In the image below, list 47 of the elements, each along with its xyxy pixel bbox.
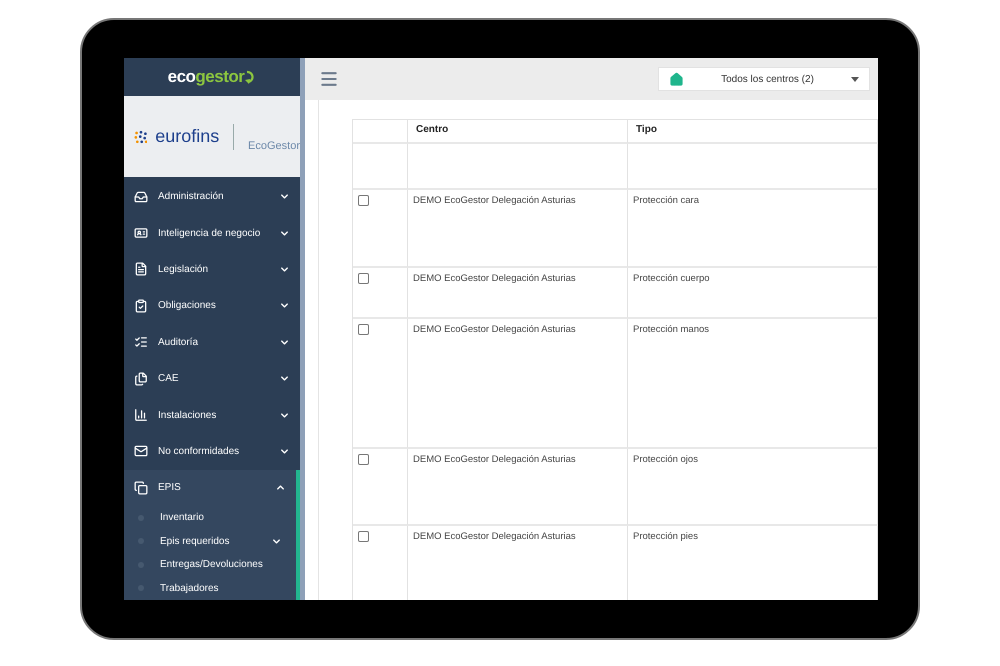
menu-item[interactable]: EPIS bbox=[124, 470, 300, 506]
table-cell: Protección cuerpo bbox=[628, 268, 878, 319]
menu-item-icon bbox=[134, 190, 148, 204]
menu-item[interactable]: Administración bbox=[124, 178, 300, 215]
menu-item[interactable]: Instalaciones bbox=[124, 396, 300, 434]
submenu-item[interactable]: Inventario bbox=[124, 506, 296, 530]
menu-item[interactable]: CAE bbox=[124, 360, 300, 397]
scrollbar[interactable] bbox=[300, 58, 305, 600]
table-cell: Protección manos bbox=[628, 319, 878, 449]
row-checkbox[interactable] bbox=[358, 531, 369, 542]
column-header: Tipo bbox=[628, 120, 878, 144]
house-icon bbox=[669, 72, 684, 86]
menu-item[interactable]: Obligaciones bbox=[124, 288, 300, 324]
menu-item-icon bbox=[134, 408, 148, 422]
submenu-item[interactable]: Entregas/Devoluciones bbox=[124, 553, 296, 576]
menu-item-icon bbox=[134, 335, 148, 350]
menu-item[interactable]: Auditoría bbox=[124, 324, 300, 360]
row-checkbox[interactable] bbox=[358, 324, 369, 335]
menu-item-icon bbox=[134, 226, 148, 240]
table-cell: DEMO EcoGestor Delegación Asturias bbox=[408, 526, 628, 600]
menu-item-icon bbox=[134, 372, 148, 386]
menu-item[interactable]: No conformidades bbox=[124, 433, 300, 470]
table-cell: DEMO EcoGestor Delegación Asturias bbox=[408, 319, 628, 449]
table-cell: Protección cara bbox=[628, 190, 878, 268]
center-selector[interactable]: Todos los centros (2) bbox=[658, 67, 870, 91]
menu-item-icon bbox=[134, 262, 148, 276]
submenu-item[interactable]: Trabajadores bbox=[124, 576, 296, 600]
column-header: Centro bbox=[408, 120, 628, 144]
row-checkbox[interactable] bbox=[358, 454, 369, 465]
menu-item[interactable]: Legislación bbox=[124, 251, 300, 288]
product-name: EcoGestor bbox=[248, 140, 300, 152]
submenu-item[interactable]: Epis requeridos bbox=[124, 530, 296, 553]
menu-item[interactable]: Inteligencia de negocio bbox=[124, 214, 300, 252]
table-cell: DEMO EcoGestor Delegación Asturias bbox=[408, 449, 628, 526]
table-cell: Protección ojos bbox=[628, 449, 878, 526]
menu-item-icon bbox=[134, 480, 148, 495]
brand-name: eurofins bbox=[155, 126, 220, 148]
row-checkbox[interactable] bbox=[358, 273, 369, 284]
menu-icon[interactable] bbox=[319, 69, 339, 89]
menu-item-icon bbox=[134, 298, 148, 313]
app-logo: ecogestor bbox=[168, 66, 256, 87]
menu-item-icon bbox=[134, 444, 148, 458]
caret-icon bbox=[851, 76, 859, 82]
table-cell: Protección pies bbox=[628, 526, 878, 600]
table-cell: DEMO EcoGestor Delegación Asturias bbox=[408, 190, 628, 268]
table-cell: DEMO EcoGestor Delegación Asturias bbox=[408, 268, 628, 319]
row-checkbox[interactable] bbox=[358, 195, 369, 206]
